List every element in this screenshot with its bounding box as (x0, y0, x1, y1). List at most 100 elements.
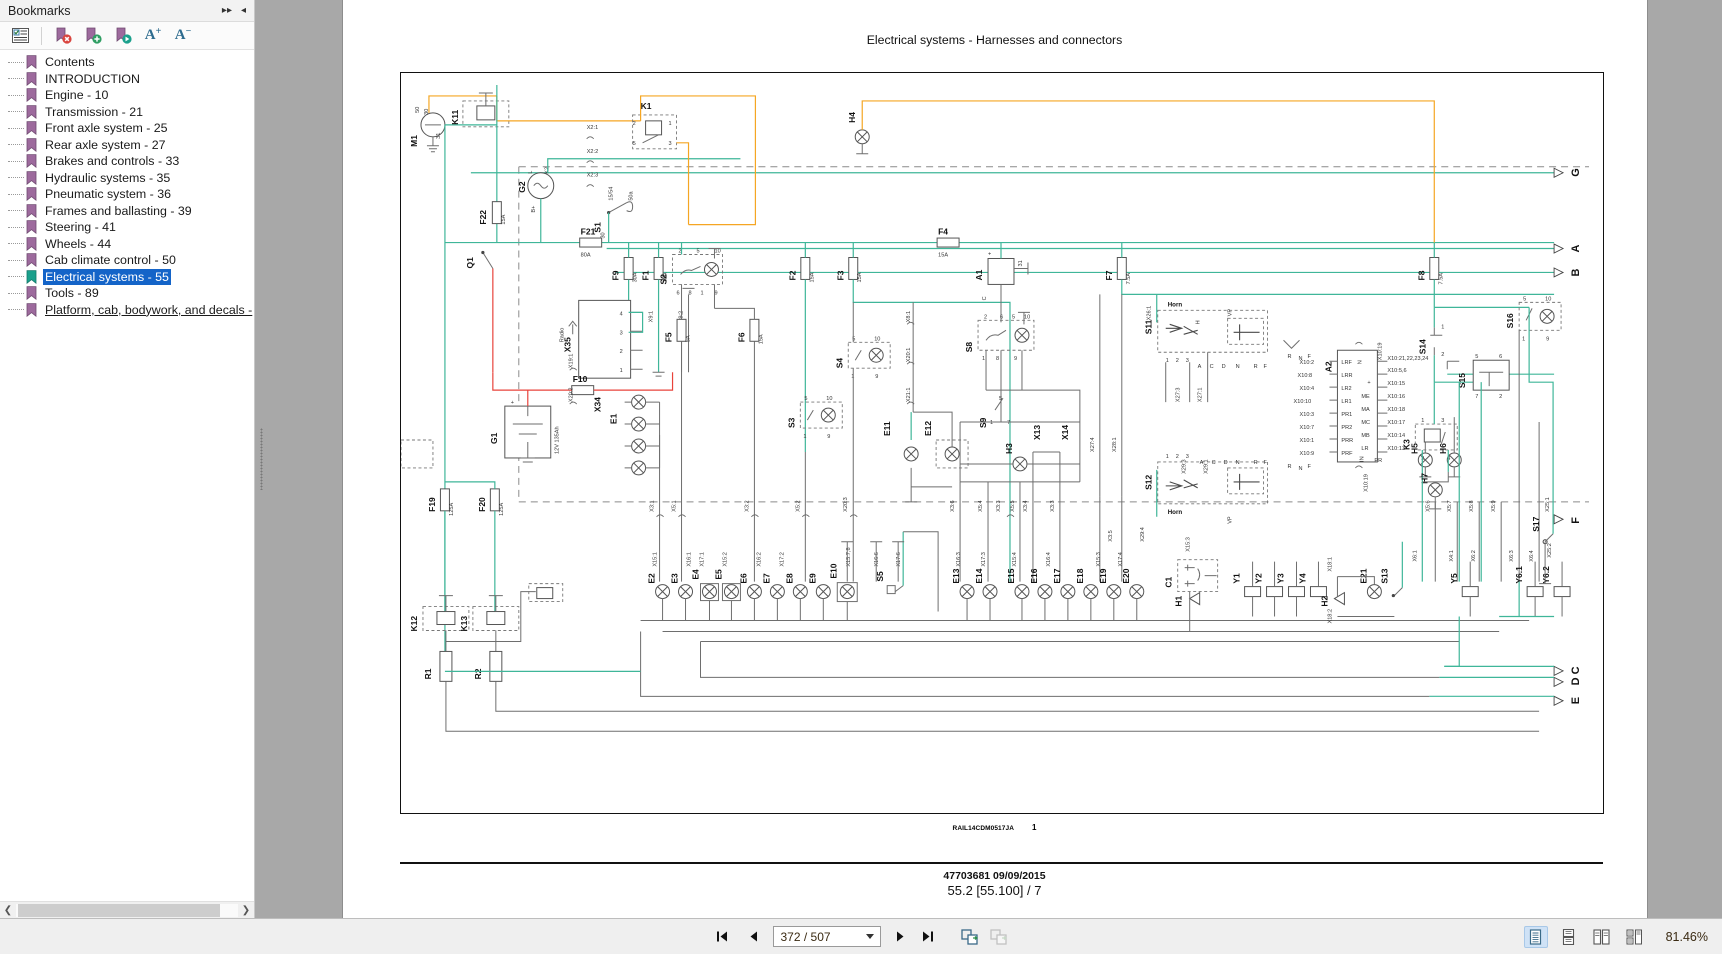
component-H7: H7 (1419, 471, 1449, 510)
bookmark-item[interactable]: Cab climate control - 50 (0, 252, 254, 269)
svg-text:X5:4: X5:4 (978, 500, 984, 511)
svg-text:X10:8: X10:8 (1297, 373, 1312, 379)
component-S16: S16 5 10 1 9 (1505, 296, 1562, 342)
svg-text:Y3: Y3 (1275, 573, 1285, 584)
pdf-reader-window: Bookmarks ▸▸ ◂ A + A − Contents INTRODUC… (0, 0, 1722, 954)
svg-text:X34: X34 (592, 397, 602, 412)
svg-text:5A: 5A (685, 335, 691, 342)
bookmark-item[interactable]: Engine - 10 (0, 87, 254, 104)
svg-text:15A: 15A (758, 334, 764, 344)
increase-font-size-button[interactable]: A + (139, 24, 167, 48)
bookmark-item[interactable]: Pneumatic system - 36 (0, 186, 254, 203)
tree-connector-line (8, 160, 24, 162)
svg-text:15/54: 15/54 (608, 187, 614, 201)
svg-text:X4:1: X4:1 (1449, 550, 1455, 561)
pdf-page: Electrical systems - Harnesses and conne… (342, 0, 1647, 919)
scroll-right-arrow[interactable]: ❯ (238, 905, 254, 916)
bookmark-item[interactable]: Rear axle system - 27 (0, 137, 254, 154)
bookmark-item[interactable]: Steering - 41 (0, 219, 254, 236)
bookmarks-horizontal-scrollbar[interactable]: ❮ ❯ (0, 901, 254, 919)
component-S8: S8 2 6 5 10 1 8 9 (964, 314, 1034, 362)
expand-all-arrow[interactable]: ▸▸ (222, 5, 232, 16)
panel-splitter[interactable] (255, 0, 267, 919)
svg-text:F10: F10 (572, 374, 587, 384)
decrease-font-size-label: A (174, 27, 186, 43)
scrollbar-track[interactable] (16, 903, 238, 917)
bookmark-item[interactable]: Frames and ballasting - 39 (0, 203, 254, 220)
connector-X10-left: X10:2 X10:8 X10:4 X10:10 X10:3 X10:7 X10:1 X… (1293, 360, 1314, 457)
svg-text:1: 1 (668, 121, 671, 127)
bookmark-item[interactable]: Hydraulic systems - 35 (0, 170, 254, 187)
bookmark-item[interactable]: Wheels - 44 (0, 236, 254, 253)
bookmark-label: Frames and ballasting - 39 (45, 203, 192, 218)
bookmark-item[interactable]: Brakes and controls - 33 (0, 153, 254, 170)
bookmark-item[interactable]: Front axle system - 25 (0, 120, 254, 137)
bookmark-item[interactable]: Electrical systems - 55 (0, 268, 254, 286)
svg-text:E15: E15 (1005, 568, 1015, 583)
bookmark-item[interactable]: Transmission - 21 (0, 104, 254, 121)
bookmarks-toolbar: A + A − (0, 22, 254, 50)
fit-width-button[interactable] (988, 926, 1010, 948)
bookmark-item[interactable]: Platform, cab, bodywork, and decals - (0, 302, 254, 319)
svg-text:X16:6: X16:6 (874, 552, 880, 567)
add-bookmark-button[interactable] (79, 24, 107, 48)
previous-page-button[interactable] (743, 926, 765, 948)
svg-text:R: R (1253, 460, 1257, 466)
bookmarks-tree[interactable]: Contents INTRODUCTION Engine - 10 Transmiss… (0, 50, 254, 902)
last-page-button[interactable] (919, 926, 941, 948)
next-page-icon (896, 931, 903, 942)
bookmark-flag-icon (26, 203, 37, 218)
svg-text:10: 10 (1023, 314, 1029, 320)
svg-text:C: C (982, 296, 988, 300)
svg-text:E9: E9 (807, 573, 817, 584)
next-page-button[interactable] (889, 926, 911, 948)
svg-text:S8: S8 (964, 342, 974, 353)
svg-text:X10:17: X10:17 (1387, 420, 1405, 426)
bookmark-item[interactable]: Contents (0, 54, 254, 71)
document-viewport[interactable]: Electrical systems - Harnesses and conne… (267, 0, 1722, 919)
footer-divider (399, 862, 1603, 865)
scroll-left-arrow[interactable]: ❮ (0, 905, 16, 916)
bookmark-item[interactable]: INTRODUCTION (0, 71, 254, 88)
svg-text:E14: E14 (974, 568, 984, 583)
svg-text:5: 5 (1523, 296, 1526, 302)
svg-text:X15:4: X15:4 (1011, 552, 1017, 567)
delete-bookmark-button[interactable] (49, 24, 77, 48)
svg-text:X6:3: X6:3 (1509, 550, 1515, 561)
bookmark-label: Cab climate control - 50 (45, 253, 176, 268)
svg-text:1: 1 (1165, 454, 1168, 460)
scrollbar-thumb[interactable] (18, 903, 220, 917)
bookmarks-panel-header: Bookmarks ▸▸ ◂ (0, 0, 254, 22)
goto-bookmark-button[interactable] (109, 24, 137, 48)
two-page-view-button[interactable] (1590, 926, 1614, 948)
svg-text:3: 3 (668, 141, 671, 147)
two-page-continuous-view-button[interactable] (1623, 926, 1647, 948)
decrease-font-size-button[interactable]: A − (169, 24, 197, 48)
component-A2: A2 LRFLRR LR2LR1 PR1PR2 PRRPRF N + MEMA … (1323, 341, 1383, 492)
first-page-button[interactable] (713, 926, 735, 948)
svg-text:F6: F6 (736, 332, 746, 342)
continuous-page-view-button[interactable] (1557, 926, 1581, 948)
single-page-view-button[interactable] (1523, 925, 1548, 948)
svg-text:X27:4: X27:4 (1089, 437, 1095, 452)
svg-text:X5:8: X5:8 (1469, 500, 1475, 511)
svg-text:X14: X14 (1059, 425, 1069, 440)
svg-text:Q1: Q1 (464, 257, 474, 269)
svg-text:R2: R2 (472, 668, 482, 679)
svg-text:X29:1: X29:1 (1203, 459, 1209, 474)
page-number-select[interactable]: 372 / 507 (772, 926, 881, 948)
svg-text:E3: E3 (669, 573, 679, 584)
bookmark-item[interactable]: Tools - 89 (0, 285, 254, 302)
figure-caption-code: RAIL14CDM0517JA (952, 825, 1014, 832)
fit-page-button[interactable] (959, 926, 981, 948)
svg-text:MB: MB (1361, 433, 1370, 439)
toggle-bookmark-list-button[interactable] (6, 24, 34, 48)
svg-text:X15:3: X15:3 (1095, 552, 1101, 567)
fit-width-icon (989, 928, 1007, 945)
svg-text:15A: 15A (857, 272, 863, 282)
view-mode-group: 81.46% (1523, 925, 1708, 948)
svg-text:X3:5: X3:5 (1107, 530, 1113, 541)
collapse-panel-arrow[interactable]: ◂ (241, 5, 246, 16)
svg-text:1: 1 (803, 434, 806, 440)
svg-text:E11: E11 (882, 421, 892, 436)
